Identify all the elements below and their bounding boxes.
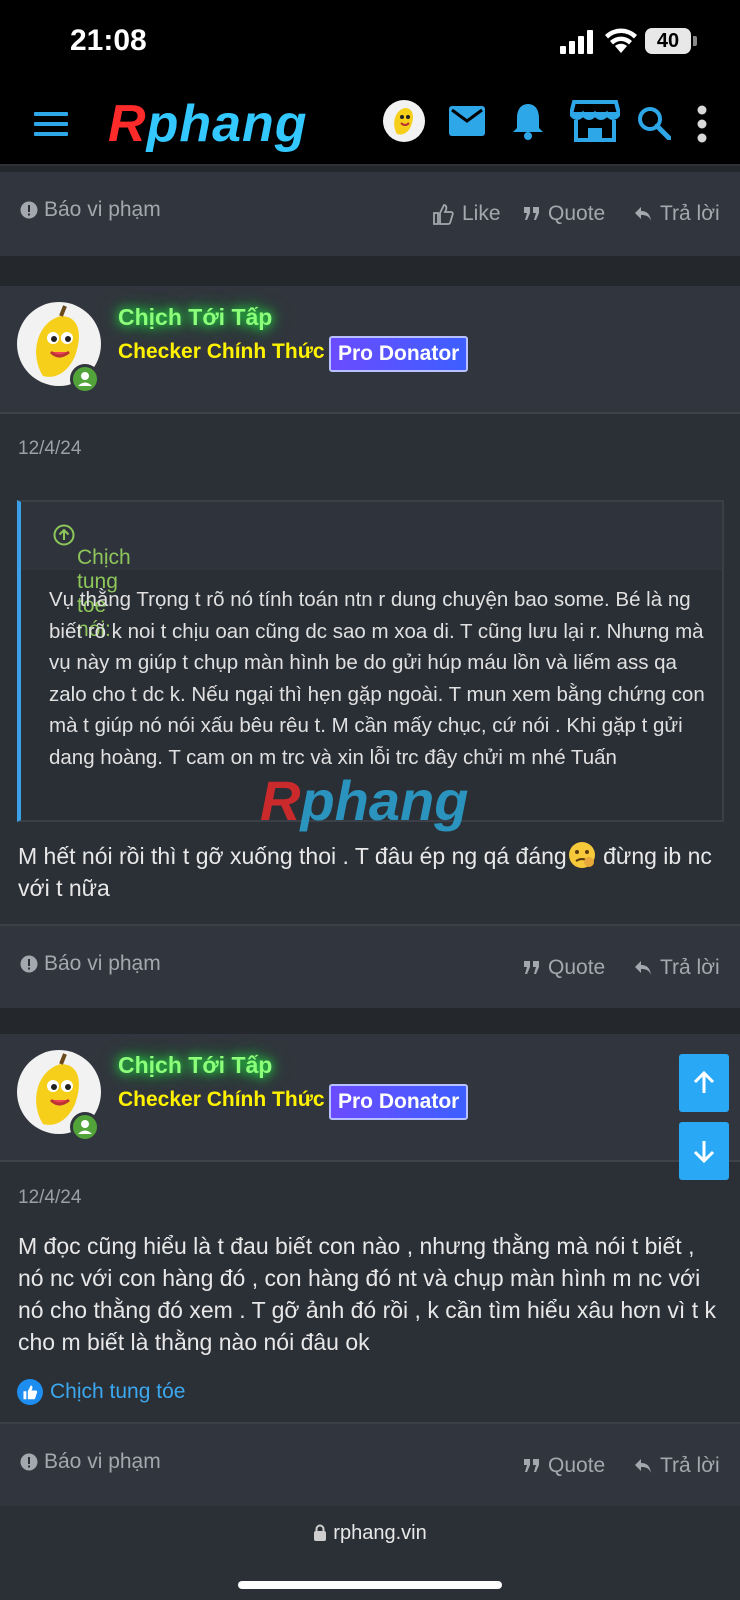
battery-level: 40 — [645, 28, 691, 54]
post-date[interactable]: 12/4/24 — [18, 438, 81, 460]
pro-donator-badge: Pro Donator — [329, 1084, 469, 1120]
quote-icon — [524, 207, 539, 220]
post-footer: Báo vi phạm Quote Trả lời — [0, 1422, 740, 1506]
reply-label: Trả lời — [660, 956, 720, 979]
user-online-icon — [78, 372, 92, 386]
alert-icon — [20, 1453, 38, 1471]
logo-letter: R — [108, 95, 147, 153]
reply-button[interactable]: Trả lời — [634, 1454, 720, 1478]
post-message: M đọc cũng hiểu là t đau biết con nào , … — [18, 1233, 716, 1355]
status-bar: 21:08 40 — [0, 0, 740, 84]
online-indicator — [70, 364, 100, 394]
reply-label: Trả lời — [660, 202, 720, 225]
watermark-letter: R — [260, 769, 301, 832]
report-button[interactable]: Báo vi phạm — [20, 952, 161, 976]
circle-arrow-up-icon[interactable] — [53, 524, 75, 546]
signal-icon — [560, 30, 593, 54]
reply-button[interactable]: Trả lời — [634, 202, 720, 226]
more-vertical-icon[interactable] — [696, 104, 708, 144]
online-indicator — [70, 1112, 100, 1142]
site-logo[interactable]: Rphang — [108, 94, 308, 154]
thinking-emoji-icon — [568, 842, 595, 868]
post-author-header: Chịch Tới Tấp Checker Chính Thức Pro Don… — [0, 1034, 740, 1162]
store-icon[interactable] — [570, 100, 620, 142]
url-display[interactable]: rphang.vin — [0, 1522, 740, 1545]
post-date[interactable]: 12/4/24 — [18, 1187, 81, 1209]
alert-icon — [20, 955, 38, 973]
pro-donator-badge: Pro Donator — [329, 336, 469, 372]
reply-label: Trả lời — [660, 1454, 720, 1477]
author-username[interactable]: Chịch Tới Tấp — [118, 304, 272, 331]
quote-label: Quote — [548, 1454, 606, 1477]
prev-post-footer: Báo vi phạm Like Quote Trả lời — [0, 172, 740, 256]
report-button[interactable]: Báo vi phạm — [20, 1450, 161, 1474]
scroll-bottom-button[interactable] — [679, 1122, 729, 1180]
quote-author: Chịch tung tóe nói: — [49, 524, 131, 641]
user-online-icon — [78, 1120, 92, 1134]
lock-icon — [314, 1524, 327, 1541]
arrow-down-icon — [693, 1141, 715, 1164]
report-label: Báo vi phạm — [44, 1450, 161, 1473]
reply-icon — [635, 207, 651, 221]
search-icon[interactable] — [637, 106, 671, 140]
reply-icon — [635, 1459, 651, 1473]
post-author-header: Chịch Tới Tấp Checker Chính Thức Pro Don… — [0, 286, 740, 414]
quote-header[interactable]: Chịch tung tóe nói: — [21, 502, 722, 641]
liked-by-name[interactable]: Chịch tung tóe — [50, 1380, 185, 1404]
author-title: Checker Chính Thức — [118, 1088, 325, 1111]
post-message-part1: M hết nói rồi thì t gỡ xuống thoi . T đâ… — [18, 843, 567, 869]
user-avatar[interactable] — [383, 100, 425, 142]
browser-url-bar[interactable]: rphang.vin — [0, 1506, 740, 1600]
quote-label: Quote — [548, 956, 606, 979]
quote-icon — [524, 961, 539, 974]
reply-button[interactable]: Trả lời — [634, 956, 720, 980]
url-text: rphang.vin — [333, 1522, 427, 1544]
like-reaction-icon — [17, 1379, 43, 1405]
menu-icon[interactable] — [34, 110, 68, 138]
quote-button[interactable]: Quote — [524, 1454, 605, 1478]
watermark-text: phang — [300, 769, 469, 832]
quote-text: Vụ thằng Trọng t rõ nó tính toán ntn r d… — [49, 588, 705, 769]
top-navbar: Rphang — [0, 84, 740, 166]
logo-text: phang — [146, 95, 308, 153]
scroll-top-button[interactable] — [679, 1054, 729, 1112]
home-indicator[interactable] — [238, 1581, 502, 1589]
wifi-icon — [605, 28, 637, 53]
arrow-up-icon — [693, 1070, 715, 1093]
status-time: 21:08 — [70, 24, 147, 57]
banana-avatar-icon — [394, 108, 413, 135]
report-button[interactable]: Báo vi phạm — [20, 198, 161, 222]
thumbs-up-icon — [433, 204, 454, 225]
author-title: Checker Chính Thức — [118, 340, 325, 363]
thumbs-up-icon — [23, 1385, 38, 1400]
quote-icon — [524, 1459, 539, 1472]
post-message: M hết nói rồi thì t gỡ xuống thoi . T đâ… — [18, 840, 724, 904]
report-label: Báo vi phạm — [44, 198, 161, 221]
alert-icon — [20, 201, 38, 219]
battery-tip — [693, 36, 697, 46]
envelope-icon[interactable] — [449, 106, 485, 136]
bell-icon[interactable] — [512, 102, 544, 140]
post-footer: Báo vi phạm Quote Trả lời — [0, 924, 740, 1008]
quote-button[interactable]: Quote — [524, 956, 605, 980]
quote-label: Quote — [548, 202, 606, 225]
like-label: Like — [462, 202, 501, 225]
author-username[interactable]: Chịch Tới Tấp — [118, 1052, 272, 1079]
watermark-logo: Rphang — [260, 768, 468, 833]
reply-icon — [635, 961, 651, 975]
reaction-summary[interactable]: Chịch tung tóe — [17, 1379, 185, 1405]
report-label: Báo vi phạm — [44, 952, 161, 975]
quote-button[interactable]: Quote — [524, 202, 605, 226]
like-button[interactable]: Like — [432, 202, 501, 226]
